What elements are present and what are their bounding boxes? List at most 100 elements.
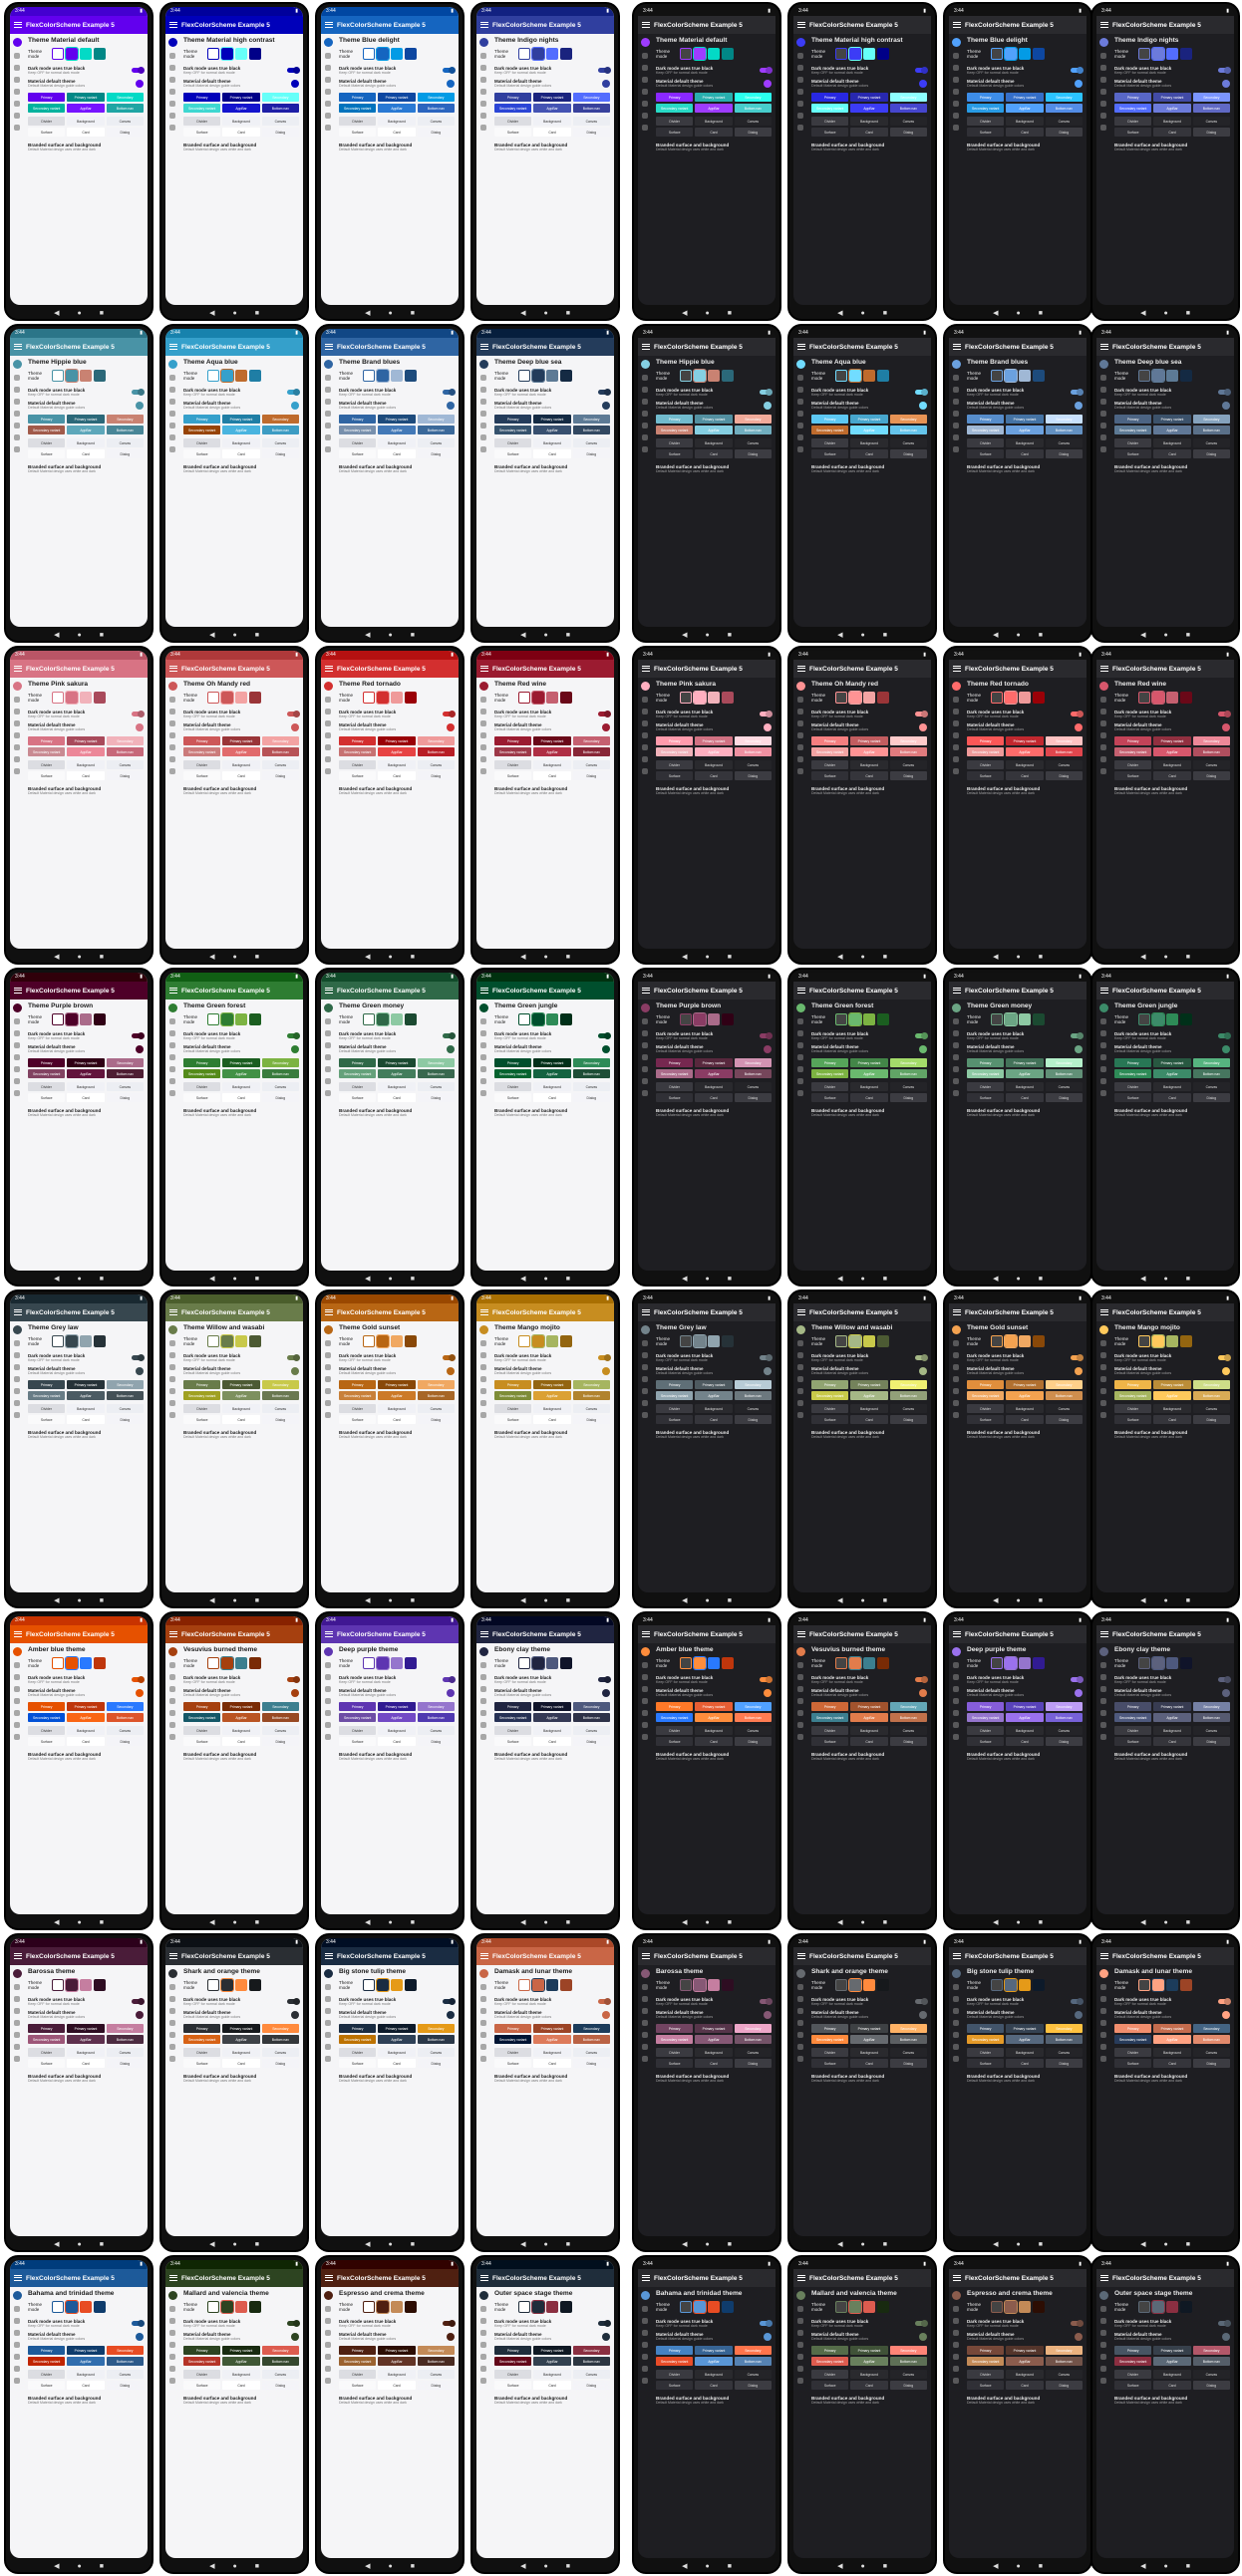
true-black-setting[interactable]: Dark mode uses true black Keep OFF for n…: [183, 388, 299, 397]
theme-mode-system-button[interactable]: [1019, 1657, 1031, 1669]
menu-icon[interactable]: [325, 1309, 333, 1315]
true-black-toggle[interactable]: [1218, 712, 1230, 716]
theme-mode-system-button[interactable]: [708, 1013, 720, 1025]
theme-scheme-button[interactable]: [722, 692, 734, 704]
theme-mode-system-button[interactable]: [235, 1657, 247, 1669]
home-icon[interactable]: ●: [1163, 2563, 1167, 2570]
theme-mode-system-button[interactable]: [1166, 2301, 1178, 2313]
true-black-toggle[interactable]: [598, 1677, 610, 1682]
theme-mode-system-button[interactable]: [863, 1979, 875, 1991]
theme-mode-dark-button[interactable]: [693, 1978, 707, 1992]
theme-setting[interactable]: Material default theme Default Material …: [494, 1366, 610, 1375]
theme-mode-system-button[interactable]: [80, 692, 92, 704]
theme-scheme-button[interactable]: [877, 1979, 889, 1991]
menu-icon[interactable]: [14, 988, 22, 994]
theme-mode-system-button[interactable]: [235, 48, 247, 60]
theme-scheme-button[interactable]: [94, 692, 106, 704]
back-icon[interactable]: ◀: [682, 309, 687, 317]
theme-mode-dark-button[interactable]: [1151, 1978, 1165, 1992]
true-black-setting[interactable]: Dark mode uses true black Keep OFF for n…: [28, 66, 144, 75]
theme-mode-system-button[interactable]: [391, 370, 403, 382]
theme-scheme-button[interactable]: [249, 1979, 261, 1991]
home-icon[interactable]: ●: [543, 2563, 547, 2570]
theme-setting[interactable]: Material default theme Default Material …: [28, 2010, 144, 2019]
recents-icon[interactable]: ■: [1039, 1276, 1043, 1283]
theme-color-dot[interactable]: [447, 79, 455, 88]
theme-mode-system-button[interactable]: [708, 370, 720, 382]
back-icon[interactable]: ◀: [520, 1275, 525, 1283]
recents-icon[interactable]: ■: [255, 1919, 259, 1926]
theme-mode-dark-button[interactable]: [531, 1978, 545, 1992]
menu-icon[interactable]: [14, 1309, 22, 1315]
theme-color-dot[interactable]: [919, 79, 927, 88]
true-black-toggle[interactable]: [915, 1033, 927, 1038]
theme-mode-light-button[interactable]: [1138, 1013, 1150, 1025]
recents-icon[interactable]: ■: [1039, 1597, 1043, 1604]
recents-icon[interactable]: ■: [1039, 2241, 1043, 2248]
back-icon[interactable]: ◀: [365, 953, 370, 961]
theme-setting[interactable]: Material default theme Default Material …: [656, 1044, 772, 1053]
menu-icon[interactable]: [642, 1953, 650, 1959]
true-black-toggle[interactable]: [132, 712, 144, 716]
theme-color-dot[interactable]: [291, 1688, 299, 1697]
theme-mode-light-button[interactable]: [207, 48, 219, 60]
theme-setting[interactable]: Material default theme Default Material …: [1114, 2332, 1230, 2341]
theme-mode-dark-button[interactable]: [848, 1334, 862, 1348]
back-icon[interactable]: ◀: [993, 1596, 998, 1604]
menu-icon[interactable]: [480, 2275, 488, 2281]
theme-color-dot[interactable]: [764, 401, 772, 410]
theme-mode-system-button[interactable]: [1166, 370, 1178, 382]
home-icon[interactable]: ●: [705, 1597, 709, 1604]
theme-setting[interactable]: Material default theme Default Material …: [28, 79, 144, 88]
home-icon[interactable]: ●: [705, 2241, 709, 2248]
theme-mode-light-button[interactable]: [363, 370, 375, 382]
home-icon[interactable]: ●: [860, 954, 864, 961]
menu-icon[interactable]: [325, 22, 333, 28]
true-black-setting[interactable]: Dark mode uses true black Keep OFF for n…: [28, 1353, 144, 1362]
back-icon[interactable]: ◀: [365, 1275, 370, 1283]
true-black-toggle[interactable]: [1071, 1999, 1083, 2004]
theme-mode-light-button[interactable]: [363, 1657, 375, 1669]
true-black-setting[interactable]: Dark mode uses true black Keep OFF for n…: [183, 66, 299, 75]
back-icon[interactable]: ◀: [1140, 2562, 1145, 2570]
true-black-setting[interactable]: Dark mode uses true black Keep OFF for n…: [339, 1353, 455, 1362]
theme-setting[interactable]: Material default theme Default Material …: [656, 1366, 772, 1375]
home-icon[interactable]: ●: [388, 2563, 392, 2570]
theme-setting[interactable]: Material default theme Default Material …: [811, 2332, 927, 2341]
home-icon[interactable]: ●: [77, 954, 81, 961]
back-icon[interactable]: ◀: [682, 1918, 687, 1926]
recents-icon[interactable]: ■: [411, 2241, 415, 2248]
home-icon[interactable]: ●: [705, 2563, 709, 2570]
theme-mode-light-button[interactable]: [991, 1013, 1003, 1025]
theme-scheme-button[interactable]: [1033, 48, 1045, 60]
back-icon[interactable]: ◀: [209, 953, 214, 961]
theme-setting[interactable]: Material default theme Default Material …: [1114, 722, 1230, 731]
true-black-setting[interactable]: Dark mode uses true black Keep OFF for n…: [656, 2319, 772, 2328]
theme-scheme-button[interactable]: [877, 1657, 889, 1669]
true-black-toggle[interactable]: [1071, 1033, 1083, 1038]
back-icon[interactable]: ◀: [1140, 1918, 1145, 1926]
theme-mode-dark-button[interactable]: [848, 1012, 862, 1026]
theme-mode-system-button[interactable]: [80, 48, 92, 60]
menu-icon[interactable]: [1100, 988, 1108, 994]
theme-color-dot[interactable]: [919, 401, 927, 410]
recents-icon[interactable]: ■: [411, 1919, 415, 1926]
menu-icon[interactable]: [953, 344, 961, 350]
true-black-toggle[interactable]: [760, 712, 772, 716]
back-icon[interactable]: ◀: [365, 631, 370, 639]
true-black-toggle[interactable]: [915, 712, 927, 716]
theme-scheme-button[interactable]: [94, 1979, 106, 1991]
menu-icon[interactable]: [14, 1631, 22, 1637]
theme-scheme-button[interactable]: [560, 2301, 572, 2313]
theme-mode-system-button[interactable]: [235, 1335, 247, 1347]
theme-mode-light-button[interactable]: [52, 1657, 64, 1669]
theme-color-dot[interactable]: [602, 722, 610, 731]
theme-mode-system-button[interactable]: [1166, 48, 1178, 60]
theme-color-dot[interactable]: [764, 2332, 772, 2341]
home-icon[interactable]: ●: [77, 632, 81, 639]
theme-mode-system-button[interactable]: [235, 1979, 247, 1991]
theme-mode-light-button[interactable]: [680, 370, 692, 382]
home-icon[interactable]: ●: [388, 310, 392, 317]
theme-mode-dark-button[interactable]: [693, 2300, 707, 2314]
theme-mode-light-button[interactable]: [991, 1979, 1003, 1991]
